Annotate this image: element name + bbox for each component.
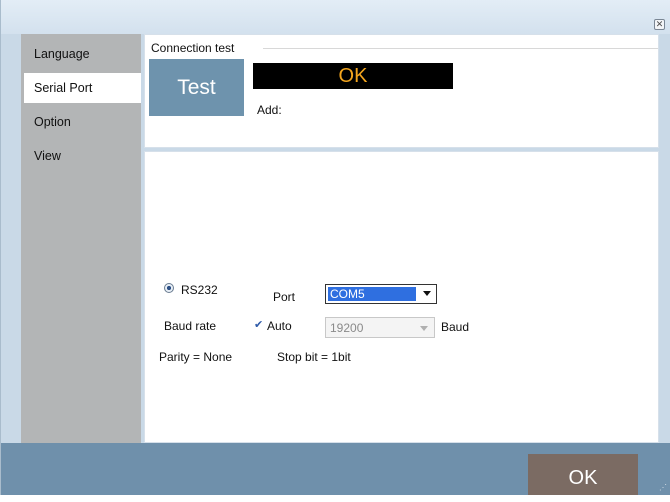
auto-label: Auto [267, 319, 292, 333]
sidebar-item-label: View [34, 149, 61, 163]
title-bar: ✕ [1, 0, 670, 34]
resize-grip-icon[interactable]: ⋰ [659, 484, 667, 492]
baud-unit-label: Baud [441, 320, 470, 334]
stop-bit-label: Stop bit = 1bit [277, 350, 351, 364]
port-select-value: COM5 [328, 287, 416, 301]
connection-status: OK [253, 63, 453, 89]
sidebar-item-option[interactable]: Option [24, 107, 141, 137]
baud-rate-label: Baud rate [164, 319, 217, 333]
sidebar-item-serial-port[interactable]: Serial Port [24, 73, 141, 103]
address-label: Add: [257, 103, 282, 117]
rs232-radio[interactable] [164, 283, 174, 293]
sidebar-item-view[interactable]: View [24, 141, 141, 171]
ok-button[interactable]: OK [528, 454, 638, 495]
settings-window: ✕ Language Serial Port Option View Conne… [0, 0, 670, 495]
group-divider [263, 48, 658, 49]
port-select[interactable]: COM5 [325, 284, 437, 304]
close-icon[interactable]: ✕ [654, 19, 665, 30]
baud-select-value: 19200 [330, 321, 364, 335]
chevron-down-icon [420, 326, 428, 331]
parity-label: Parity = None [159, 350, 233, 364]
baud-select[interactable]: 19200 [325, 317, 435, 338]
connection-test-title: Connection test [151, 41, 238, 55]
auto-checkbox[interactable]: ✔ [254, 320, 263, 331]
sidebar-item-label: Serial Port [34, 81, 93, 95]
test-button[interactable]: Test [149, 59, 244, 116]
port-label: Port [273, 290, 296, 304]
sidebar-item-language[interactable]: Language [24, 39, 141, 69]
sidebar-item-label: Language [34, 47, 90, 61]
rs232-label: RS232 [181, 283, 218, 297]
chevron-down-icon [423, 291, 431, 296]
sidebar: Language Serial Port Option View [21, 34, 141, 443]
sidebar-item-label: Option [34, 115, 71, 129]
